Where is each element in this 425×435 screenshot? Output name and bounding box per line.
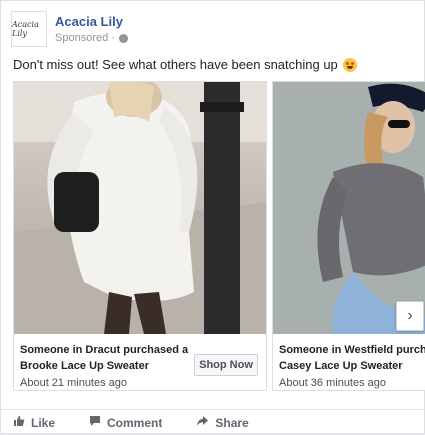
- chevron-right-icon: ›: [407, 307, 413, 324]
- carousel-card-2[interactable]: Someone in Westfield purchas Casey Lace …: [272, 81, 425, 391]
- comment-label: Comment: [107, 415, 163, 430]
- globe-icon: [118, 33, 128, 43]
- share-arrow-icon: [196, 415, 209, 430]
- purchase-time: About 21 minutes ago: [20, 377, 128, 389]
- product-photo-white-sweater[interactable]: [14, 82, 266, 334]
- photo-illustration: [14, 82, 266, 334]
- comment-icon: [89, 415, 101, 430]
- post-actions-bar: Like Comment Share: [1, 409, 424, 435]
- page-avatar[interactable]: Acacia Lily: [11, 11, 47, 47]
- sponsored-post-card: Acacia Lily Acacia Lily Sponsored · Don'…: [0, 0, 425, 434]
- share-label: Share: [215, 415, 249, 430]
- page-name-link[interactable]: Acacia Lily: [55, 14, 128, 29]
- purchase-time: About 36 minutes ago: [279, 377, 387, 389]
- post-message-text: Don't miss out! See what others have bee…: [13, 57, 338, 72]
- post-message: Don't miss out! See what others have bee…: [13, 57, 357, 72]
- shop-now-button[interactable]: Shop Now: [194, 354, 258, 376]
- photo-illustration: [273, 82, 425, 334]
- carousel-caption-2: Someone in Westfield purchas Casey Lace …: [273, 334, 425, 390]
- carousel-next-button[interactable]: ›: [396, 301, 424, 331]
- like-label: Like: [31, 415, 56, 430]
- sponsored-meta: Sponsored ·: [55, 32, 128, 44]
- product-name[interactable]: Casey Lace Up Sweater: [279, 358, 425, 374]
- sponsored-label[interactable]: Sponsored: [55, 32, 108, 44]
- product-photo-grey-sweater[interactable]: [273, 82, 425, 334]
- share-button[interactable]: Share: [196, 415, 249, 430]
- like-button[interactable]: Like: [13, 415, 55, 430]
- thumbs-up-icon: [13, 415, 25, 430]
- comment-button[interactable]: Comment: [89, 415, 162, 430]
- avatar-logo-text: Acacia Lily: [12, 20, 39, 38]
- header-text: Acacia Lily Sponsored ·: [55, 14, 128, 44]
- purchase-notice-line1: Someone in Westfield purchas: [279, 344, 425, 356]
- carousel-card-1[interactable]: Someone in Dracut purchased a Brooke Lac…: [13, 81, 267, 391]
- meta-separator: ·: [111, 32, 115, 44]
- post-header: Acacia Lily Acacia Lily Sponsored ·: [11, 11, 128, 47]
- product-carousel: Someone in Dracut purchased a Brooke Lac…: [13, 81, 425, 393]
- grinning-emoji-icon: [342, 57, 357, 72]
